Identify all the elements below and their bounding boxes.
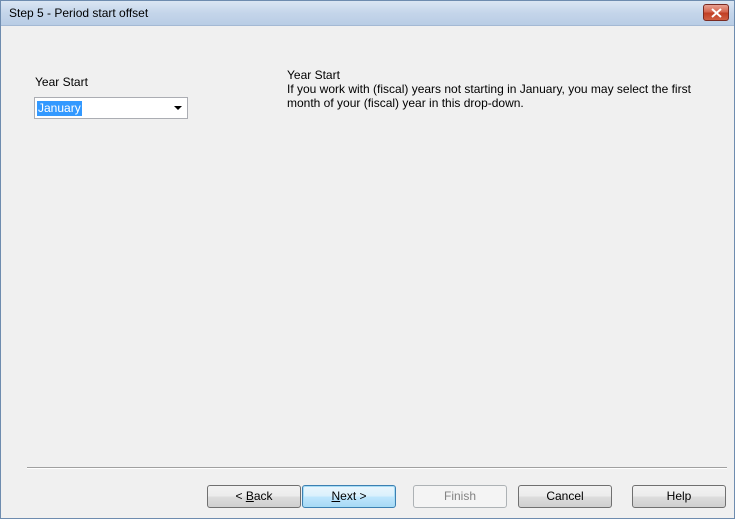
year-start-selected-value: January (37, 101, 82, 116)
window-title: Step 5 - Period start offset (9, 6, 149, 20)
cancel-button[interactable]: Cancel (518, 485, 612, 508)
next-button-mnemonic: N (331, 489, 341, 503)
back-button-prefix: < (235, 489, 246, 503)
wizard-dialog: Step 5 - Period start offset Year Start … (0, 0, 735, 519)
close-button[interactable] (703, 4, 729, 21)
chevron-down-icon[interactable] (174, 106, 182, 110)
next-button-label: ext > (340, 489, 367, 503)
help-description: If you work with (fiscal) years not star… (287, 82, 691, 110)
close-icon (711, 8, 722, 18)
help-button[interactable]: Help (632, 485, 726, 508)
title-bar[interactable]: Step 5 - Period start offset (1, 1, 734, 26)
year-start-label: Year Start (35, 75, 88, 89)
back-button-mnemonic: B (245, 489, 254, 503)
back-button-label: ack (253, 489, 273, 503)
year-start-dropdown[interactable]: January (34, 97, 188, 119)
back-button[interactable]: < Back (207, 485, 301, 508)
footer-separator (27, 467, 727, 469)
finish-button[interactable]: Finish (413, 485, 507, 508)
help-heading: Year Start (287, 68, 340, 82)
next-button[interactable]: Next > (302, 485, 396, 508)
